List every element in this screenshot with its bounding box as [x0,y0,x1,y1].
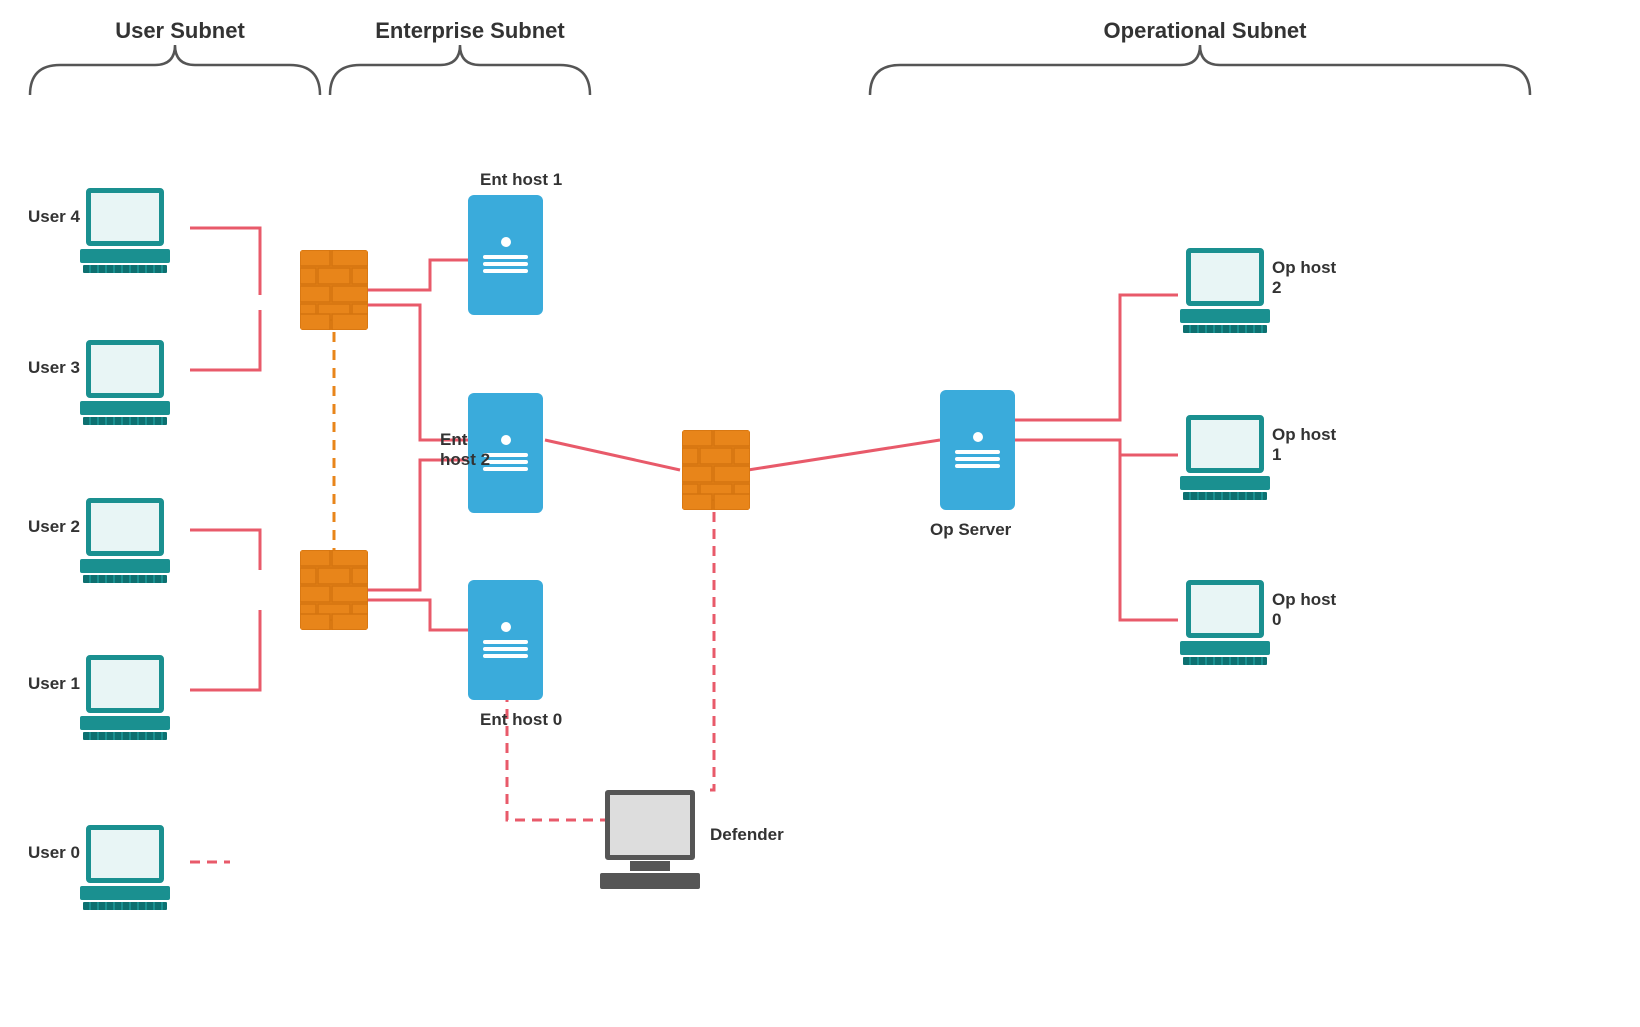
defender-computer [600,790,700,889]
firewall3 [682,430,750,510]
ent-host1-server [468,195,543,315]
operational-subnet-label: Operational Subnet [880,18,1530,44]
op-host1-monitor [1186,415,1264,473]
user1-monitor [86,655,164,713]
user4-computer [80,188,170,273]
user3-label: User 3 [28,358,80,378]
ent-host0-server [468,580,543,700]
op-host2-keys [1183,325,1267,333]
network-diagram: User Subnet Enterprise Subnet Operationa… [0,0,1640,1027]
op-server-label: Op Server [930,520,1011,540]
user1-keys [83,732,167,740]
defender-monitor [605,790,695,860]
user0-monitor [86,825,164,883]
op-host2-monitor [1186,248,1264,306]
op-host1-label: Op host1 [1272,425,1336,465]
op-host1-keys [1183,492,1267,500]
connections-layer [0,0,1640,1027]
user2-label: User 2 [28,517,80,537]
user4-label: User 4 [28,207,80,227]
defender-label: Defender [710,825,784,845]
ent-host2-label: Enthost 2 [440,430,490,470]
user3-keyboard [80,401,170,415]
op-host1-keyboard [1180,476,1270,490]
firewall2 [300,550,368,630]
op-host0-keys [1183,657,1267,665]
op-host0-label: Op host0 [1272,590,1336,630]
defender-keyboard [600,873,700,889]
user2-keyboard [80,559,170,573]
user4-monitor [86,188,164,246]
user0-keyboard [80,886,170,900]
user3-monitor [86,340,164,398]
firewall1 [300,250,368,330]
user0-label: User 0 [28,843,80,863]
op-host2-label: Op host2 [1272,258,1336,298]
ent-host1-label: Ent host 1 [480,170,562,190]
op-host0-computer [1180,580,1270,665]
op-host2-computer [1180,248,1270,333]
ent-host0-label: Ent host 0 [480,710,562,730]
op-host0-keyboard [1180,641,1270,655]
enterprise-subnet-label: Enterprise Subnet [340,18,600,44]
user-subnet-label: User Subnet [30,18,330,44]
user1-label: User 1 [28,674,80,694]
user2-keys [83,575,167,583]
user3-keys [83,417,167,425]
user2-monitor [86,498,164,556]
user2-computer [80,498,170,583]
user0-computer [80,825,170,910]
op-server [940,390,1015,510]
user1-keyboard [80,716,170,730]
user1-computer [80,655,170,740]
op-host2-keyboard [1180,309,1270,323]
user0-keys [83,902,167,910]
user4-keyboard [80,249,170,263]
user4-keys [83,265,167,273]
op-host0-monitor [1186,580,1264,638]
op-host1-computer [1180,415,1270,500]
user3-computer [80,340,170,425]
defender-base [630,861,670,871]
